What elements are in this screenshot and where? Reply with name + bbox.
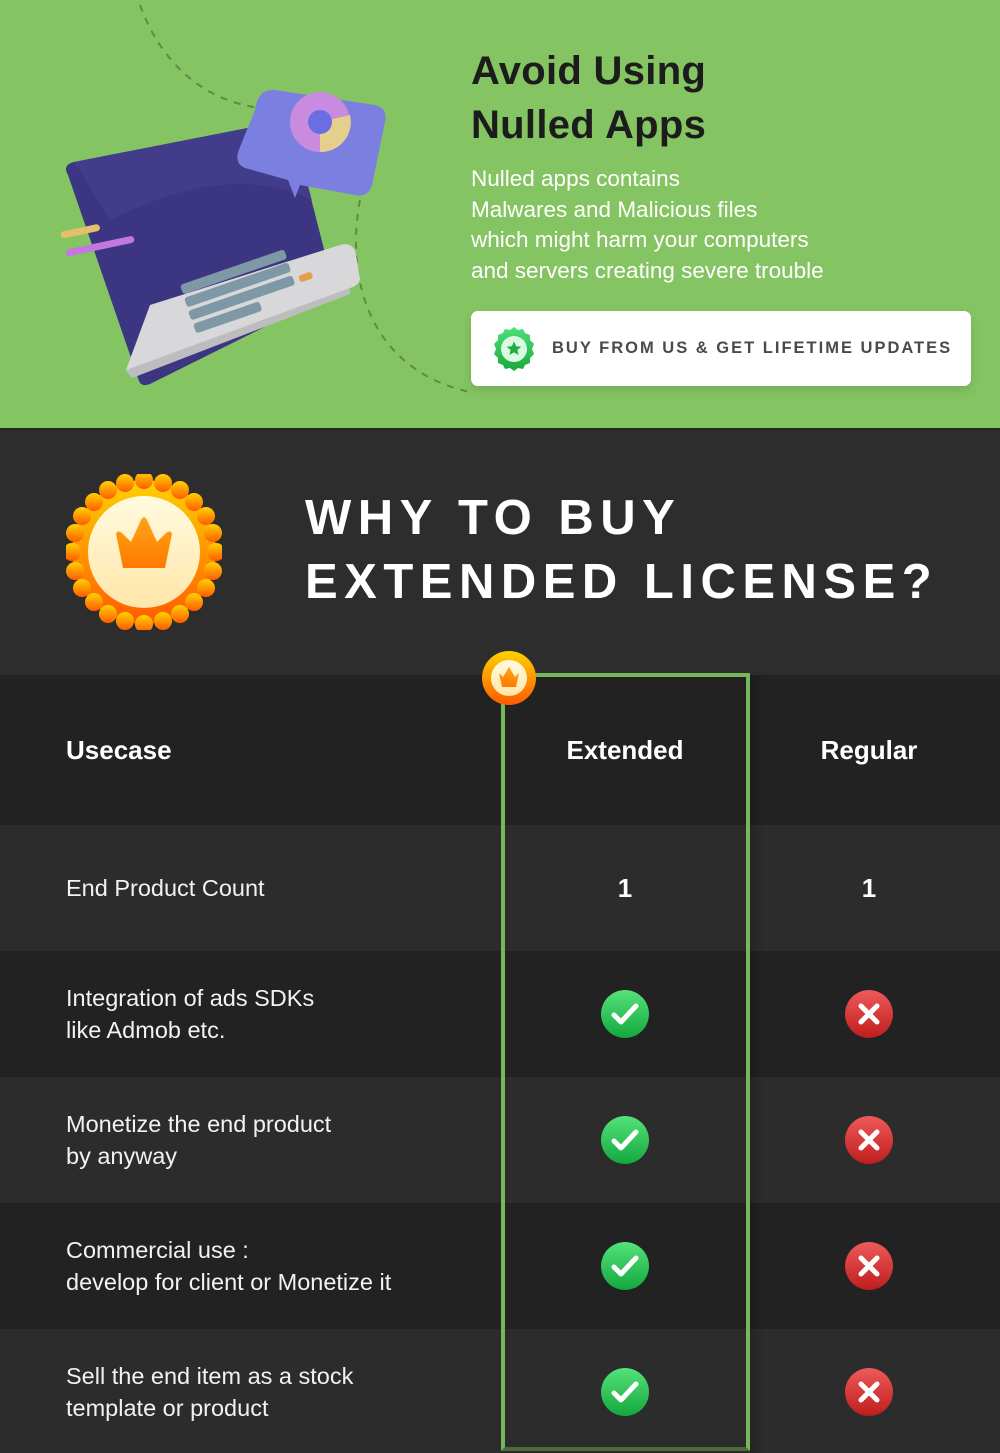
cta-label: BUY FROM US & GET LIFETIME UPDATES (552, 339, 953, 357)
extended-check-icon (500, 1241, 750, 1291)
regular-value: 1 (744, 873, 994, 904)
banner-description: Nulled apps contains Malwares and Malici… (471, 166, 824, 283)
regular-cross-icon (744, 1115, 994, 1165)
usecase-text-line: Monetize the end product (66, 1111, 332, 1137)
buy-lifetime-updates-button[interactable]: BUY FROM US & GET LIFETIME UPDATES (471, 311, 971, 386)
usecase-text-line: develop for client or Monetize it (66, 1269, 392, 1295)
usecase-cell: Commercial use : develop for client or Mo… (66, 1234, 391, 1298)
extended-check-icon (500, 989, 750, 1039)
usecase-cell: Integration of ads SDKs like Admob etc. (66, 982, 314, 1046)
section-divider (0, 428, 1000, 430)
star-badge-icon (494, 326, 534, 371)
nulled-apps-banner: Avoid Using Nulled Apps Nulled apps cont… (0, 0, 1000, 429)
regular-cross-icon (744, 1367, 994, 1417)
column-header-usecase: Usecase (66, 735, 172, 765)
usecase-cell: Sell the end item as a stock template or … (66, 1360, 353, 1424)
crown-badge-icon (66, 474, 222, 630)
usecase-text-line: Integration of ads SDKs (66, 985, 315, 1011)
regular-cross-icon (744, 989, 994, 1039)
table-row: End Product Count 1 1 (0, 825, 1000, 951)
table-body: End Product Count 1 1 Integration of ads SD… (0, 825, 1000, 1453)
table-row: Monetize the end product by anyway (0, 1077, 1000, 1203)
section-title: WHY TO BUY EXTENDED LICENSE? (305, 491, 939, 609)
usecase-text-line: End Product Count (66, 875, 265, 901)
extended-value: 1 (500, 873, 750, 904)
banner-title: Avoid Using Nulled Apps (471, 49, 707, 147)
regular-value-text: 1 (861, 872, 877, 903)
usecase-text-line: like Admob etc. (66, 1017, 226, 1043)
usecase-cell: Monetize the end product by anyway (66, 1108, 331, 1172)
column-header-regular: Regular (820, 734, 918, 765)
table-row: Commercial use : develop for client or Mo… (0, 1203, 1000, 1329)
usecase-text-line: Sell the end item as a stock (66, 1363, 354, 1389)
laptop-illustration (60, 89, 386, 386)
extended-check-icon (500, 1115, 750, 1165)
usecase-cell: End Product Count (66, 872, 265, 904)
license-comparison-table: Usecase Extended Regular End Product Cou… (0, 675, 1000, 1453)
usecase-text-line: by anyway (66, 1143, 178, 1169)
column-header-extended: Extended (566, 734, 684, 765)
table-row: Sell the end item as a stock template or … (0, 1329, 1000, 1453)
extended-value-text: 1 (617, 872, 633, 903)
extended-check-icon (500, 1367, 750, 1417)
usecase-text-line: template or product (66, 1395, 269, 1421)
table-row: Integration of ads SDKs like Admob etc. (0, 951, 1000, 1077)
regular-cross-icon (744, 1241, 994, 1291)
extended-crown-icon (482, 651, 536, 705)
usecase-text-line: Commercial use : (66, 1237, 249, 1263)
